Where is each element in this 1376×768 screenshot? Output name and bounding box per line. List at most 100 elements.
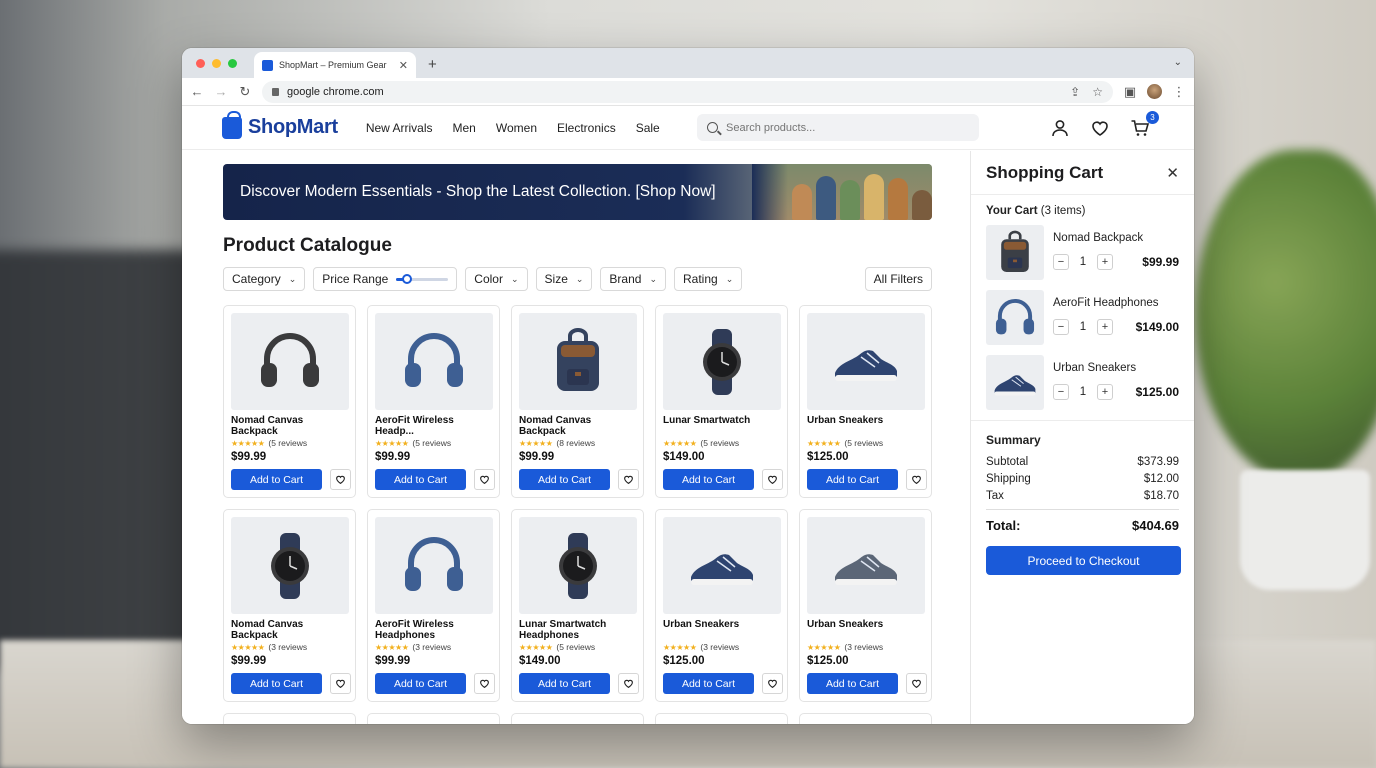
nav-sale[interactable]: Sale bbox=[636, 121, 660, 135]
nav-new-arrivals[interactable]: New Arrivals bbox=[366, 121, 433, 135]
wishlist-heart-icon[interactable] bbox=[906, 673, 927, 694]
product-card-partial[interactable] bbox=[511, 713, 644, 724]
product-name[interactable]: Nomad Canvas Backpack bbox=[519, 415, 636, 437]
product-card[interactable]: AeroFit Wireless Headp... ★★★★★ (5 review… bbox=[367, 305, 500, 498]
nav-men[interactable]: Men bbox=[453, 121, 476, 135]
reload-icon[interactable]: ↻ bbox=[238, 84, 252, 100]
wishlist-heart-icon[interactable] bbox=[618, 469, 639, 490]
filter-brand[interactable]: Brand ⌄ bbox=[600, 267, 666, 291]
wishlist-heart-icon[interactable] bbox=[762, 673, 783, 694]
site-logo[interactable]: ShopMart bbox=[222, 110, 338, 139]
product-card[interactable]: Urban Sneakers ★★★★★ (3 reviews $125.00 A… bbox=[655, 509, 788, 702]
product-image[interactable] bbox=[663, 517, 781, 614]
product-card[interactable]: Nomad Canvas Backpack ★★★★★ (8 reviews $9… bbox=[511, 305, 644, 498]
product-image[interactable] bbox=[231, 313, 349, 410]
product-card-partial[interactable] bbox=[223, 713, 356, 724]
wishlist-heart-icon[interactable] bbox=[1090, 118, 1110, 138]
product-image[interactable] bbox=[519, 517, 637, 614]
product-name[interactable]: Lunar Smartwatch bbox=[663, 415, 780, 437]
nav-electronics[interactable]: Electronics bbox=[557, 121, 616, 135]
slider-knob[interactable] bbox=[401, 273, 412, 284]
product-card[interactable]: Urban Sneakers ★★★★★ (5 reviews $125.00 A… bbox=[799, 305, 932, 498]
back-arrow-icon[interactable]: ← bbox=[190, 84, 204, 99]
tab-close-icon[interactable]: ✕ bbox=[399, 59, 408, 72]
account-icon[interactable] bbox=[1050, 118, 1070, 138]
product-image[interactable] bbox=[663, 313, 781, 410]
proceed-to-checkout-button[interactable]: Proceed to Checkout bbox=[986, 546, 1181, 575]
side-panel-icon[interactable]: ▣ bbox=[1123, 84, 1137, 100]
filter-category[interactable]: Category ⌄ bbox=[223, 267, 306, 291]
increase-quantity-button[interactable]: + bbox=[1097, 384, 1113, 400]
wishlist-heart-icon[interactable] bbox=[906, 469, 927, 490]
product-card[interactable]: Lunar Smartwatch Headphones ★★★★★ (5 revi… bbox=[511, 509, 644, 702]
filter-price-range[interactable]: Price Range bbox=[313, 267, 458, 291]
cart-icon[interactable]: 3 bbox=[1130, 111, 1159, 138]
product-card-partial[interactable] bbox=[655, 713, 788, 724]
wishlist-heart-icon[interactable] bbox=[330, 469, 351, 490]
decrease-quantity-button[interactable]: − bbox=[1053, 384, 1069, 400]
tab-search-chevron-icon[interactable]: ⌄ bbox=[1174, 57, 1182, 68]
share-icon[interactable]: ⇪ bbox=[1070, 85, 1080, 99]
add-to-cart-button[interactable]: Add to Cart bbox=[519, 673, 610, 694]
address-bar[interactable]: google chrome.com ⇪ ☆ bbox=[262, 80, 1113, 103]
product-name[interactable]: Urban Sneakers bbox=[663, 619, 780, 641]
product-name[interactable]: Urban Sneakers bbox=[807, 619, 924, 641]
product-card[interactable]: Nomad Canvas Backpack ★★★★★ (3 reviews $9… bbox=[223, 509, 356, 702]
product-card[interactable]: Urban Sneakers ★★★★★ (3 reviews $125.00 A… bbox=[799, 509, 932, 702]
increase-quantity-button[interactable]: + bbox=[1097, 319, 1113, 335]
product-image[interactable] bbox=[807, 313, 925, 410]
add-to-cart-button[interactable]: Add to Cart bbox=[375, 673, 466, 694]
minimize-window-button[interactable] bbox=[212, 59, 221, 68]
product-image[interactable] bbox=[375, 517, 493, 614]
wishlist-heart-icon[interactable] bbox=[618, 673, 639, 694]
new-tab-button[interactable]: + bbox=[428, 56, 437, 73]
filter-color[interactable]: Color ⌄ bbox=[465, 267, 528, 291]
nav-women[interactable]: Women bbox=[496, 121, 537, 135]
product-card[interactable]: Lunar Smartwatch ★★★★★ (5 reviews $149.00… bbox=[655, 305, 788, 498]
wishlist-heart-icon[interactable] bbox=[474, 469, 495, 490]
wishlist-heart-icon[interactable] bbox=[762, 469, 783, 490]
bookmark-star-icon[interactable]: ☆ bbox=[1092, 85, 1103, 99]
product-image[interactable] bbox=[231, 517, 349, 614]
browser-tab[interactable]: ShopMart – Premium Gear ✕ bbox=[254, 52, 416, 78]
product-name[interactable]: Nomad Canvas Backpack bbox=[231, 619, 348, 641]
add-to-cart-button[interactable]: Add to Cart bbox=[519, 469, 610, 490]
product-name[interactable]: AeroFit Wireless Headp... bbox=[375, 415, 492, 437]
close-icon[interactable]: ✕ bbox=[1166, 164, 1179, 182]
browser-menu-icon[interactable]: ⋮ bbox=[1172, 84, 1186, 100]
filter-size[interactable]: Size ⌄ bbox=[535, 267, 593, 291]
price-range-slider[interactable] bbox=[396, 273, 449, 284]
filter-rating[interactable]: Rating ⌄ bbox=[674, 267, 743, 291]
wishlist-heart-icon[interactable] bbox=[474, 673, 495, 694]
add-to-cart-button[interactable]: Add to Cart bbox=[663, 469, 754, 490]
increase-quantity-button[interactable]: + bbox=[1097, 254, 1113, 270]
product-name[interactable]: Urban Sneakers bbox=[807, 415, 924, 437]
add-to-cart-button[interactable]: Add to Cart bbox=[231, 673, 322, 694]
promo-banner[interactable]: Discover Modern Essentials - Shop the La… bbox=[223, 164, 932, 220]
close-window-button[interactable] bbox=[196, 59, 205, 68]
decrease-quantity-button[interactable]: − bbox=[1053, 319, 1069, 335]
all-filters-button[interactable]: All Filters bbox=[864, 267, 932, 291]
product-card[interactable]: Nomad Canvas Backpack ★★★★★ (5 reviews $9… bbox=[223, 305, 356, 498]
product-card[interactable]: AeroFit Wireless Headphones ★★★★★ (3 revi… bbox=[367, 509, 500, 702]
add-to-cart-button[interactable]: Add to Cart bbox=[807, 673, 898, 694]
profile-avatar[interactable] bbox=[1147, 84, 1162, 99]
product-name[interactable]: Lunar Smartwatch Headphones bbox=[519, 619, 636, 641]
product-card-partial[interactable] bbox=[367, 713, 500, 724]
add-to-cart-button[interactable]: Add to Cart bbox=[663, 673, 754, 694]
decrease-quantity-button[interactable]: − bbox=[1053, 254, 1069, 270]
star-rating-icon: ★★★★★ bbox=[663, 438, 697, 448]
product-name[interactable]: Nomad Canvas Backpack bbox=[231, 415, 348, 437]
product-name[interactable]: AeroFit Wireless Headphones bbox=[375, 619, 492, 641]
product-image[interactable] bbox=[375, 313, 493, 410]
product-image[interactable] bbox=[807, 517, 925, 614]
product-card-partial[interactable] bbox=[799, 713, 932, 724]
forward-arrow-icon[interactable]: → bbox=[214, 84, 228, 99]
search-input[interactable] bbox=[726, 121, 966, 134]
add-to-cart-button[interactable]: Add to Cart bbox=[807, 469, 898, 490]
wishlist-heart-icon[interactable] bbox=[330, 673, 351, 694]
maximize-window-button[interactable] bbox=[228, 59, 237, 68]
product-image[interactable] bbox=[519, 313, 637, 410]
add-to-cart-button[interactable]: Add to Cart bbox=[375, 469, 466, 490]
add-to-cart-button[interactable]: Add to Cart bbox=[231, 469, 322, 490]
